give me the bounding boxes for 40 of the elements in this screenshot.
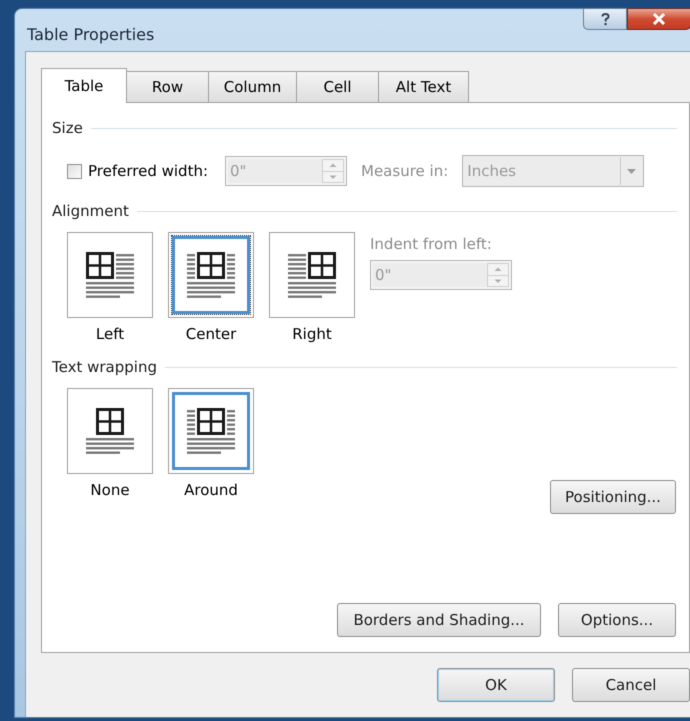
option-label: Left (96, 324, 124, 344)
dialog-button[interactable]: Borders and Shading... (337, 603, 541, 637)
field-label: Preferred width: (88, 160, 208, 182)
tab[interactable]: Cell (296, 71, 379, 102)
table-layout-icon (187, 252, 235, 298)
table-layout-icon (86, 252, 134, 298)
tab[interactable]: Table (41, 68, 127, 103)
help-button[interactable] (583, 8, 627, 30)
option-label: Right (292, 324, 332, 344)
tab[interactable]: Row (126, 71, 209, 102)
close-icon (652, 13, 666, 25)
table-layout-icon (187, 408, 235, 454)
section-heading: Text wrapping (52, 356, 157, 378)
layout-option[interactable] (67, 232, 153, 318)
option-label: Center (186, 324, 236, 344)
field-value: 0" (373, 263, 487, 287)
dialog-button[interactable]: OK (437, 668, 555, 702)
field-value: 0" (228, 159, 322, 183)
dropdown-value: Inches (466, 161, 517, 182)
table-layout-icon (288, 252, 336, 298)
option-label: None (90, 480, 130, 500)
tab[interactable]: Alt Text (378, 71, 469, 102)
layout-option[interactable] (67, 388, 153, 474)
section-heading: Alignment (52, 200, 129, 222)
dropdown-arrow-icon (627, 168, 636, 174)
tab[interactable]: Column (208, 71, 297, 102)
dialog-button[interactable]: Options... (558, 603, 676, 637)
layout-option[interactable] (168, 388, 254, 474)
dialog-button[interactable]: Cancel (572, 668, 690, 702)
section-heading: Size (52, 118, 83, 139)
field-label: Measure in: (361, 160, 448, 182)
window-title: Table Properties (27, 24, 154, 46)
option-label: Around (184, 480, 238, 500)
layout-option[interactable] (168, 232, 254, 318)
table-layout-icon (86, 408, 134, 454)
positioning-button[interactable]: Positioning... (550, 480, 676, 514)
layout-option[interactable] (269, 232, 355, 318)
question-mark-icon (600, 12, 610, 26)
close-button[interactable] (627, 8, 690, 30)
field-label: Indent from left: (370, 234, 493, 254)
